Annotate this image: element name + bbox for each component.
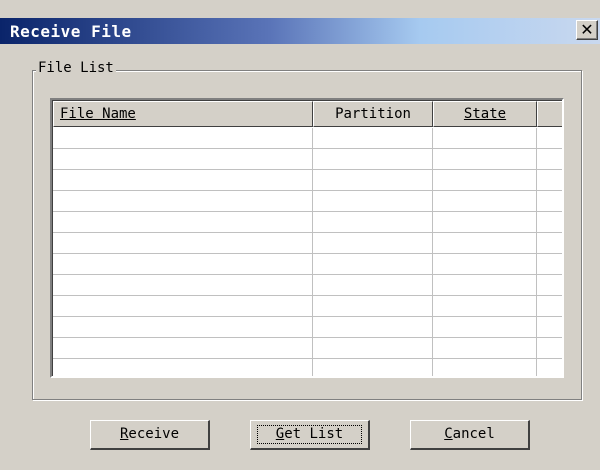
cell-file-name	[53, 317, 313, 337]
cell-file-name	[53, 212, 313, 232]
cell-state	[433, 296, 537, 316]
cell-partition	[313, 317, 433, 337]
cell-file-name	[53, 296, 313, 316]
cell-state	[433, 254, 537, 274]
table-row[interactable]	[53, 128, 562, 149]
close-icon: ✕	[580, 20, 594, 39]
cell-state	[433, 128, 537, 148]
cell-file-name	[53, 128, 313, 148]
get-list-button[interactable]: Get List	[250, 420, 370, 450]
file-list-group-label: File List	[36, 60, 116, 76]
cell-file-name	[53, 191, 313, 211]
cell-filler	[537, 212, 562, 232]
close-button[interactable]: ✕	[576, 20, 598, 40]
cell-filler	[537, 275, 562, 295]
table-row[interactable]	[53, 275, 562, 296]
cell-partition	[313, 338, 433, 358]
cell-partition	[313, 233, 433, 253]
cell-state	[433, 170, 537, 190]
cell-filler	[537, 296, 562, 316]
cell-state	[433, 338, 537, 358]
cell-filler	[537, 338, 562, 358]
table-row[interactable]	[53, 149, 562, 170]
table-row[interactable]	[53, 317, 562, 338]
title-bar[interactable]: Receive File ✕	[0, 18, 600, 44]
cell-filler	[537, 149, 562, 169]
cell-partition	[313, 212, 433, 232]
table-row[interactable]	[53, 296, 562, 317]
cell-state	[433, 191, 537, 211]
cell-state	[433, 212, 537, 232]
table-row[interactable]	[53, 359, 562, 376]
receive-button[interactable]: Receive	[90, 420, 210, 450]
file-list-view[interactable]: File Name Partition State	[50, 98, 564, 378]
cell-file-name	[53, 170, 313, 190]
cell-partition	[313, 275, 433, 295]
cell-partition	[313, 128, 433, 148]
window-title: Receive File	[10, 22, 132, 41]
list-header: File Name Partition State	[53, 101, 562, 127]
cell-state	[433, 275, 537, 295]
cell-filler	[537, 128, 562, 148]
cell-partition	[313, 359, 433, 376]
cell-state	[433, 149, 537, 169]
cell-file-name	[53, 149, 313, 169]
cell-state	[433, 233, 537, 253]
table-row[interactable]	[53, 212, 562, 233]
column-header-file-name[interactable]: File Name	[53, 101, 313, 127]
cell-filler	[537, 233, 562, 253]
cell-file-name	[53, 254, 313, 274]
column-header-partition[interactable]: Partition	[313, 101, 433, 127]
table-row[interactable]	[53, 233, 562, 254]
cancel-button[interactable]: Cancel	[410, 420, 530, 450]
cell-partition	[313, 149, 433, 169]
cell-filler	[537, 191, 562, 211]
cell-partition	[313, 191, 433, 211]
cell-partition	[313, 296, 433, 316]
cell-partition	[313, 254, 433, 274]
focus-rectangle	[257, 425, 362, 444]
cell-state	[433, 359, 537, 376]
cell-file-name	[53, 359, 313, 376]
column-header-state[interactable]: State	[433, 101, 537, 127]
cell-state	[433, 317, 537, 337]
cell-filler	[537, 317, 562, 337]
cell-filler	[537, 359, 562, 376]
receive-file-dialog: Receive File ✕ File List File Name Parti…	[0, 0, 600, 470]
cell-partition	[313, 170, 433, 190]
cell-filler	[537, 170, 562, 190]
table-row[interactable]	[53, 338, 562, 359]
table-row[interactable]	[53, 254, 562, 275]
cell-filler	[537, 254, 562, 274]
cell-file-name	[53, 233, 313, 253]
cell-file-name	[53, 338, 313, 358]
column-header-filler	[537, 101, 562, 127]
table-row[interactable]	[53, 191, 562, 212]
table-row[interactable]	[53, 170, 562, 191]
cell-file-name	[53, 275, 313, 295]
